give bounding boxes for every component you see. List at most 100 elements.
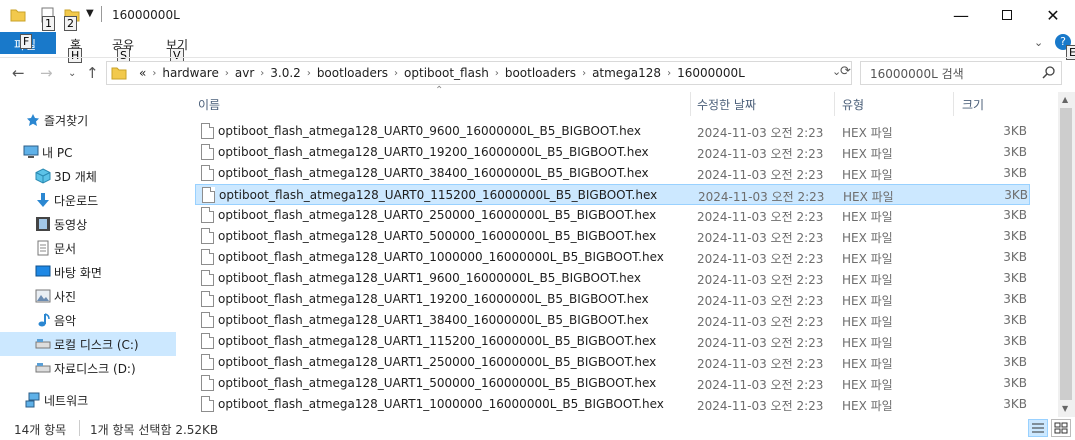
close-button[interactable]: ✕ xyxy=(1030,0,1075,30)
file-row[interactable]: optiboot_flash_atmega128_UART1_38400_160… xyxy=(195,310,1030,331)
file-row[interactable]: optiboot_flash_atmega128_UART1_500000_16… xyxy=(195,373,1030,394)
qat-dropdown-icon[interactable]: ▼ xyxy=(86,8,94,19)
file-size: 3KB xyxy=(1003,292,1027,306)
file-row[interactable]: optiboot_flash_atmega128_UART1_1000000_1… xyxy=(195,394,1030,415)
forward-button[interactable]: → xyxy=(40,64,53,82)
scrollbar-thumb[interactable] xyxy=(1060,108,1072,400)
file-icon xyxy=(201,123,214,139)
file-row[interactable]: optiboot_flash_atmega128_UART0_500000_16… xyxy=(195,226,1030,247)
folder-icon xyxy=(10,9,26,22)
file-row[interactable]: optiboot_flash_atmega128_UART1_19200_160… xyxy=(195,289,1030,310)
recent-locations-icon[interactable]: ⌄ xyxy=(68,68,76,79)
file-row[interactable]: optiboot_flash_atmega128_UART0_115200_16… xyxy=(195,184,1030,205)
column-header-date[interactable]: 수정한 날짜 xyxy=(697,92,833,116)
column-header-name[interactable]: 이름 xyxy=(198,92,688,116)
nav-item[interactable]: 내 PC xyxy=(0,140,176,164)
scroll-up-icon[interactable]: ▲ xyxy=(1062,95,1068,104)
file-name: optiboot_flash_atmega128_UART1_38400_160… xyxy=(218,313,649,327)
ribbon-tabs xyxy=(0,32,1075,56)
address-bar[interactable]: « › hardware › avr › 3.0.2 › bootloaders › optibo… xyxy=(106,61,852,85)
file-size: 3KB xyxy=(1003,229,1027,243)
nav-item-label: 즐겨찾기 xyxy=(44,113,89,128)
back-button[interactable]: ← xyxy=(12,64,25,82)
file-date: 2024-11-03 오전 2:23 xyxy=(697,378,824,392)
up-button[interactable]: ↑ xyxy=(86,64,99,82)
nav-item-label: 문서 xyxy=(54,241,77,256)
file-row[interactable]: optiboot_flash_atmega128_UART0_9600_1600… xyxy=(195,121,1030,142)
nav-item-label: 로컬 디스크 (C:) xyxy=(54,337,139,352)
minimize-button[interactable]: — xyxy=(938,0,984,30)
file-name: optiboot_flash_atmega128_UART0_38400_160… xyxy=(218,166,649,180)
address-folder-icon xyxy=(111,67,127,80)
breadcrumb-item[interactable]: bootloaders xyxy=(499,66,582,80)
details-view-button[interactable] xyxy=(1028,419,1048,437)
file-icon xyxy=(201,333,214,349)
file-name: optiboot_flash_atmega128_UART0_115200_16… xyxy=(219,188,658,202)
nav-item[interactable]: 즐겨찾기 xyxy=(0,108,176,132)
column-separator[interactable] xyxy=(834,92,835,116)
breadcrumb-item[interactable]: bootloaders xyxy=(311,66,394,80)
file-icon xyxy=(201,228,214,244)
refresh-icon[interactable]: ⟳ xyxy=(840,64,851,79)
column-separator[interactable] xyxy=(953,92,954,116)
nav-item[interactable]: 자료디스크 (D:) xyxy=(0,356,176,380)
breadcrumb-item[interactable]: atmega128 xyxy=(586,66,667,80)
file-row[interactable]: optiboot_flash_atmega128_UART1_9600_1600… xyxy=(195,268,1030,289)
file-size: 3KB xyxy=(1003,355,1027,369)
drive-icon xyxy=(34,359,52,377)
file-name: optiboot_flash_atmega128_UART0_9600_1600… xyxy=(218,124,641,138)
search-icon[interactable] xyxy=(1042,66,1056,80)
search-placeholder: 16000000L 검색 xyxy=(870,67,964,81)
breadcrumb-item[interactable]: 3.0.2 xyxy=(264,66,307,80)
file-type: HEX 파일 xyxy=(843,190,894,204)
ribbon-expand-icon[interactable]: ⌄ xyxy=(1034,36,1043,49)
nav-item[interactable]: 동영상 xyxy=(0,212,176,236)
file-type: HEX 파일 xyxy=(842,357,893,371)
file-size: 3KB xyxy=(1003,376,1027,390)
file-row[interactable]: optiboot_flash_atmega128_UART0_19200_160… xyxy=(195,142,1030,163)
large-icons-view-icon xyxy=(1054,422,1068,434)
large-icons-view-button[interactable] xyxy=(1051,419,1071,437)
column-header-size[interactable]: 크기 xyxy=(962,92,1052,116)
breadcrumb-overflow[interactable]: « xyxy=(133,66,152,80)
file-row[interactable]: optiboot_flash_atmega128_UART0_38400_160… xyxy=(195,163,1030,184)
file-date: 2024-11-03 오전 2:23 xyxy=(698,190,825,204)
file-row[interactable]: optiboot_flash_atmega128_UART0_1000000_1… xyxy=(195,247,1030,268)
file-date: 2024-11-03 오전 2:23 xyxy=(697,210,824,224)
file-icon xyxy=(201,312,214,328)
keytip-f: F xyxy=(20,34,33,49)
file-icon xyxy=(201,270,214,286)
nav-item[interactable]: 3D 개체 xyxy=(0,164,176,188)
breadcrumb-item[interactable]: hardware xyxy=(156,66,225,80)
column-type-label: 유형 xyxy=(842,97,865,112)
column-size-label: 크기 xyxy=(962,97,985,112)
file-row[interactable]: optiboot_flash_atmega128_UART1_250000_16… xyxy=(195,352,1030,373)
file-icon xyxy=(201,396,214,412)
breadcrumb-item[interactable]: optiboot_flash xyxy=(398,66,495,80)
column-separator[interactable] xyxy=(690,92,691,116)
file-row[interactable]: optiboot_flash_atmega128_UART1_115200_16… xyxy=(195,331,1030,352)
nav-item[interactable]: 음악 xyxy=(0,308,176,332)
maximize-button[interactable] xyxy=(984,0,1030,30)
file-size: 3KB xyxy=(1003,397,1027,411)
nav-item[interactable]: 사진 xyxy=(0,284,176,308)
breadcrumb-item[interactable]: avr xyxy=(229,66,260,80)
file-name: optiboot_flash_atmega128_UART1_115200_16… xyxy=(218,334,657,348)
nav-item[interactable]: 네트워크 xyxy=(0,388,176,412)
breadcrumb-item[interactable]: 16000000L xyxy=(671,66,751,80)
scroll-down-icon[interactable]: ▼ xyxy=(1062,404,1068,413)
nav-item[interactable]: 바탕 화면 xyxy=(0,260,176,284)
file-type: HEX 파일 xyxy=(842,378,893,392)
nav-item[interactable]: 다운로드 xyxy=(0,188,176,212)
column-header-type[interactable]: 유형 xyxy=(842,92,952,116)
nav-item[interactable]: 문서 xyxy=(0,236,176,260)
file-size: 3KB xyxy=(1003,334,1027,348)
file-name: optiboot_flash_atmega128_UART0_1000000_1… xyxy=(218,250,664,264)
file-name: optiboot_flash_atmega128_UART0_19200_160… xyxy=(218,145,649,159)
file-icon xyxy=(201,354,214,370)
nav-item-label: 사진 xyxy=(54,289,77,304)
file-row[interactable]: optiboot_flash_atmega128_UART0_250000_16… xyxy=(195,205,1030,226)
nav-item[interactable]: 로컬 디스크 (C:) xyxy=(0,332,176,356)
file-date: 2024-11-03 오전 2:23 xyxy=(697,357,824,371)
file-name: optiboot_flash_atmega128_UART1_500000_16… xyxy=(218,376,657,390)
